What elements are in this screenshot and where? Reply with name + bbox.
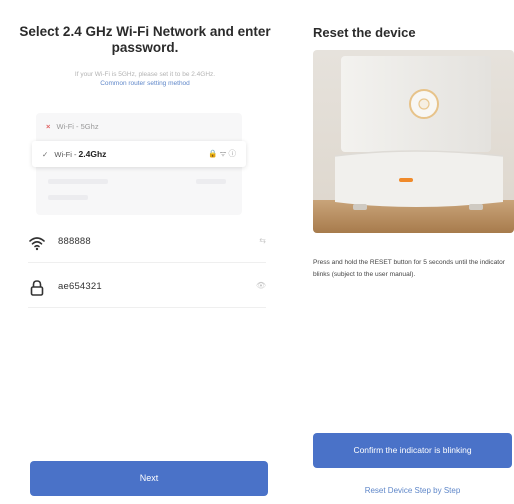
wifi-list-illustration: × Wi-Fi - 5Ghz ✓ Wi-Fi - 2.4Ghz 🔒 ᯤ ⓘ xyxy=(32,113,246,215)
wifi-row-24ghz-prefix: Wi-Fi - xyxy=(54,150,79,159)
switch-network-icon[interactable]: ⇆ xyxy=(259,236,266,245)
reset-device-panel: Reset the device Press and hold the RESE… xyxy=(296,0,514,504)
reset-instructions: Press and hold the RESET button for 5 se… xyxy=(313,259,505,278)
divider xyxy=(28,307,266,308)
app-screen: Select 2.4 GHz Wi-Fi Network and enter p… xyxy=(0,0,514,504)
wifi-row-5ghz-label: Wi-Fi - 5Ghz xyxy=(56,122,99,131)
wifi-hint-text: If your Wi-Fi is 5GHz, please set it to … xyxy=(74,71,216,78)
wifi-icon xyxy=(29,237,45,251)
eye-icon[interactable]: 👁 xyxy=(256,281,266,290)
password-field[interactable]: ae654321 👁 xyxy=(28,277,266,301)
ssid-field[interactable]: 888888 ⇆ xyxy=(28,232,266,256)
wifi-row-5ghz: × Wi-Fi - 5Ghz xyxy=(36,117,242,137)
wifi-hint: If your Wi-Fi is 5GHz, please set it to … xyxy=(18,70,272,88)
lock-icon xyxy=(30,280,44,296)
placeholder-line xyxy=(48,179,108,184)
device-photo xyxy=(313,50,514,233)
next-button[interactable]: Next xyxy=(30,461,268,496)
router-illustration xyxy=(313,50,514,233)
wifi-setup-panel: Select 2.4 GHz Wi-Fi Network and enter p… xyxy=(0,0,290,504)
wifi-row-24ghz: ✓ Wi-Fi - 2.4Ghz 🔒 ᯤ ⓘ xyxy=(32,141,246,167)
ssid-value: 888888 xyxy=(58,236,91,247)
reset-step-by-step-link[interactable]: Reset Device Step by Step xyxy=(313,486,512,495)
check-icon: ✓ xyxy=(42,150,49,159)
divider xyxy=(28,262,266,263)
password-value: ae654321 xyxy=(58,281,102,292)
reset-title: Reset the device xyxy=(313,25,416,40)
placeholder-line xyxy=(196,179,226,184)
placeholder-line xyxy=(48,195,88,200)
router-setting-link[interactable]: Common router setting method xyxy=(18,79,272,88)
wifi-row-24ghz-band: 2.4Ghz xyxy=(78,149,107,159)
x-icon: × xyxy=(46,122,51,131)
wifi-status-icons: 🔒 ᯤ ⓘ xyxy=(208,149,236,158)
page-title: Select 2.4 GHz Wi-Fi Network and enter p… xyxy=(19,24,271,55)
confirm-blinking-button[interactable]: Confirm the indicator is blinking xyxy=(313,433,512,468)
